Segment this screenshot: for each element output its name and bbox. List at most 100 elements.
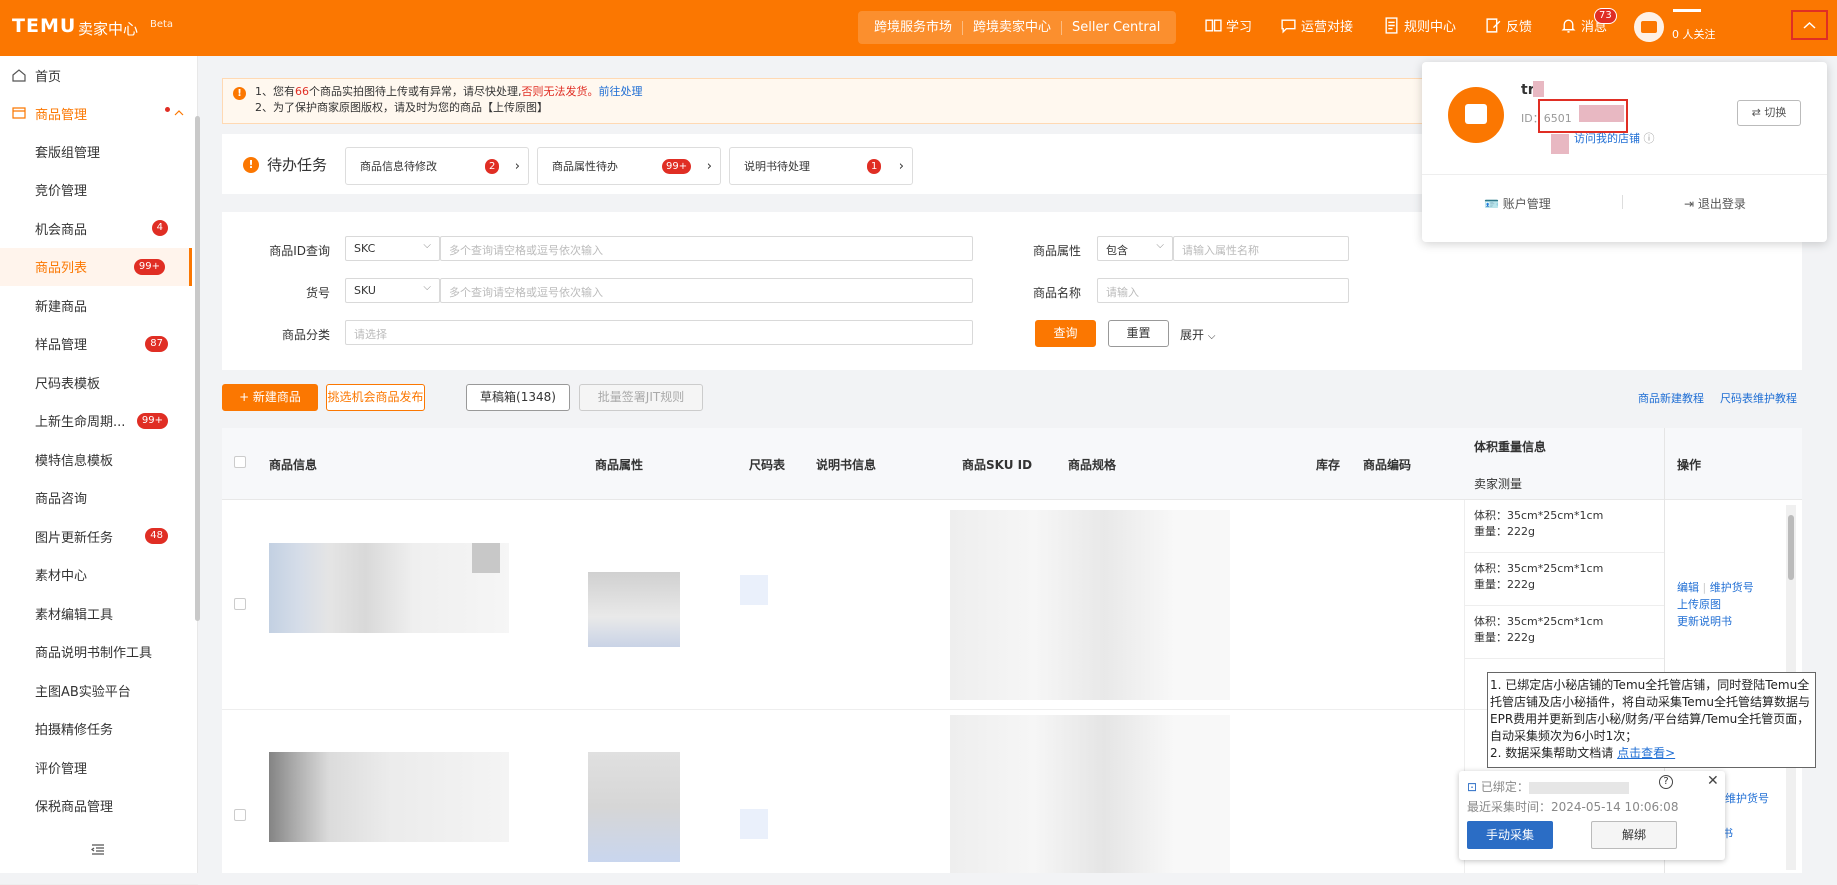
sidebar-item[interactable]: 商品咨询 bbox=[0, 479, 192, 517]
nav-ops-label: 运营对接 bbox=[1301, 20, 1354, 35]
sidebar-item[interactable]: 尺码表模板 bbox=[0, 363, 192, 401]
notice-go-handle-link[interactable]: 前往处理 bbox=[599, 85, 643, 98]
nav-rules-label: 规则中心 bbox=[1404, 20, 1457, 35]
expand-label: 展开 bbox=[1180, 328, 1205, 342]
sidebar-item[interactable]: 图片更新任务 48 bbox=[0, 517, 192, 555]
sidebar-item[interactable]: 竞价管理 bbox=[0, 171, 192, 209]
attr-input[interactable]: 请输入属性名称 bbox=[1173, 236, 1349, 261]
select-value: SKC bbox=[354, 242, 376, 255]
new-product-button[interactable]: + 新建商品 bbox=[222, 384, 318, 411]
redacted-block bbox=[1533, 81, 1544, 97]
sidebar-item[interactable]: 套版组管理 bbox=[0, 132, 192, 170]
notice-warning: 否则无法发货。 bbox=[521, 85, 599, 98]
redacted-block bbox=[1528, 781, 1629, 794]
update-manual-link[interactable]: 更新说明书 bbox=[1677, 613, 1754, 630]
upload-original-link[interactable]: 上传原图 bbox=[1677, 596, 1754, 613]
sidebar-item[interactable]: 保税商品管理 bbox=[0, 787, 192, 825]
temu-logo[interactable]: TEMU bbox=[12, 15, 76, 37]
nav-feedback[interactable]: 反馈 bbox=[1485, 16, 1532, 35]
new-product-tutorial-link[interactable]: 商品新建教程 bbox=[1638, 390, 1704, 406]
search-button[interactable]: 查询 bbox=[1035, 320, 1096, 347]
sidebar-item[interactable]: 评价管理 bbox=[0, 748, 192, 786]
sku-blurred bbox=[950, 510, 1230, 700]
col-product-code: 商品编码 bbox=[1363, 458, 1412, 472]
task-product-attr[interactable]: 商品属性待办 99+ › bbox=[537, 147, 721, 185]
sidebar-item[interactable]: 机会商品 4 bbox=[0, 209, 192, 247]
sidebar-item[interactable]: 素材编辑工具 bbox=[0, 594, 192, 632]
select-all-checkbox[interactable] bbox=[234, 456, 246, 468]
link-seller-central[interactable]: Seller Central bbox=[1062, 20, 1170, 35]
account-management-button[interactable]: 🪪 账户管理 bbox=[1484, 195, 1551, 212]
size-tutorial-link[interactable]: 尺码表维护教程 bbox=[1720, 390, 1797, 406]
maintain-code-link[interactable]: 维护货号 bbox=[1725, 790, 1769, 807]
sidebar-item[interactable]: 拍摄精修任务 bbox=[0, 710, 192, 748]
task-manual-pending[interactable]: 说明书待处理 1 › bbox=[729, 147, 913, 185]
store-avatar[interactable] bbox=[1634, 12, 1664, 42]
name-input[interactable]: 请输入 bbox=[1097, 278, 1349, 303]
task-label: 说明书待处理 bbox=[744, 160, 810, 173]
nav-rules[interactable]: 规则中心 bbox=[1383, 16, 1456, 35]
robot-icon: ⊡ bbox=[1467, 780, 1478, 794]
row-checkbox[interactable] bbox=[234, 809, 246, 821]
drafts-button[interactable]: 草稿箱(1348) bbox=[466, 384, 570, 411]
id-query-input[interactable]: 多个查询请空格或逗号依次输入 bbox=[440, 236, 973, 261]
task-badge: 2 bbox=[485, 158, 500, 174]
edit-icon bbox=[1486, 18, 1501, 33]
visit-store-link[interactable]: 访问我的店铺 ⓘ bbox=[1574, 130, 1655, 146]
scrollbar-thumb[interactable] bbox=[1788, 515, 1794, 580]
nav-ops[interactable]: 运营对接 bbox=[1280, 16, 1353, 35]
link-cross-border-center[interactable]: 跨境卖家中心 bbox=[963, 20, 1063, 35]
nav-feedback-label: 反馈 bbox=[1506, 20, 1533, 35]
switch-store-button[interactable]: ⇄ 切换 bbox=[1737, 100, 1801, 126]
help-doc-link[interactable]: 点击查看> bbox=[1617, 746, 1675, 760]
logout-button[interactable]: ⇥ 退出登录 bbox=[1684, 195, 1746, 212]
sku-type-select[interactable]: SKU ⌵ bbox=[345, 278, 440, 303]
id-type-select[interactable]: SKC ⌵ bbox=[345, 236, 440, 261]
reset-button[interactable]: 重置 bbox=[1108, 320, 1169, 347]
sidebar-item[interactable]: 商品说明书制作工具 bbox=[0, 633, 192, 671]
sku-input[interactable]: 多个查询请空格或逗号依次输入 bbox=[440, 278, 973, 303]
account-menu-toggle[interactable] bbox=[1791, 10, 1828, 40]
chevron-right-icon: › bbox=[514, 158, 520, 174]
sidebar-group-product-management[interactable]: 商品管理 bbox=[0, 94, 192, 132]
close-icon[interactable]: ✕ bbox=[1707, 773, 1719, 789]
expand-toggle[interactable]: 展开 ⌵ bbox=[1180, 326, 1215, 343]
link-service-market[interactable]: 跨境服务市场 bbox=[864, 20, 964, 35]
category-label: 商品分类 bbox=[281, 328, 330, 342]
chevron-down-icon: ⌵ bbox=[1207, 331, 1216, 342]
logout-icon: ⇥ bbox=[1684, 197, 1695, 211]
last-collect-time: 最近采集时间：2024-05-14 10:06:08 bbox=[1467, 800, 1679, 814]
sidebar-item-label: 拍摄精修任务 bbox=[35, 723, 114, 738]
sidebar-item-label: 新建商品 bbox=[35, 299, 88, 315]
maintain-code-link[interactable]: 维护货号 bbox=[1710, 581, 1754, 594]
sidebar-item[interactable]: 模特信息模板 bbox=[0, 440, 192, 478]
sidebar-item[interactable]: 上新生命周期... 99+ bbox=[0, 402, 192, 440]
bound-label: 已绑定： bbox=[1480, 780, 1529, 794]
pick-opportunity-button[interactable]: 挑选机会商品发布 bbox=[326, 384, 425, 411]
sidebar-item[interactable]: 新建商品 bbox=[0, 286, 192, 324]
store-avatar-large bbox=[1448, 87, 1504, 143]
category-select[interactable]: 请选择 bbox=[345, 320, 973, 345]
sidebar-item-home[interactable]: 首页 bbox=[0, 56, 192, 94]
attr-blurred bbox=[588, 572, 680, 647]
sidebar-scrollbar[interactable] bbox=[195, 116, 200, 621]
unbind-button[interactable]: 解绑 bbox=[1591, 821, 1677, 849]
edit-link[interactable]: 编辑 bbox=[1677, 581, 1699, 594]
attr-mode-select[interactable]: 包含 ⌵ bbox=[1097, 236, 1173, 261]
manual-collect-button[interactable]: 手动采集 bbox=[1467, 821, 1553, 849]
nav-learn[interactable]: 学习 bbox=[1205, 16, 1252, 35]
task-product-info-edit[interactable]: 商品信息待修改 2 › bbox=[345, 147, 529, 185]
account-management-label: 账户管理 bbox=[1502, 197, 1551, 211]
table-header: 商品信息 商品属性 尺码表 说明书信息 商品SKU ID 商品规格 库存 商品编… bbox=[222, 428, 1802, 500]
sidebar-item[interactable]: 样品管理 87 bbox=[0, 325, 192, 363]
weight-text: 重量：222g bbox=[1474, 578, 1535, 591]
row-checkbox[interactable] bbox=[234, 598, 246, 610]
collapse-menu-icon[interactable] bbox=[91, 844, 105, 856]
sidebar-item[interactable]: 素材中心 bbox=[0, 556, 192, 594]
help-icon[interactable]: ? bbox=[1659, 775, 1673, 789]
count-badge: 99+ bbox=[136, 412, 168, 429]
sidebar-item[interactable]: 商品列表 99+ bbox=[0, 247, 192, 286]
col-manual: 说明书信息 bbox=[816, 458, 877, 472]
batch-jit-button[interactable]: 批量签署JIT规则 bbox=[579, 384, 703, 411]
sidebar-item[interactable]: 主图AB实验平台 bbox=[0, 671, 192, 709]
